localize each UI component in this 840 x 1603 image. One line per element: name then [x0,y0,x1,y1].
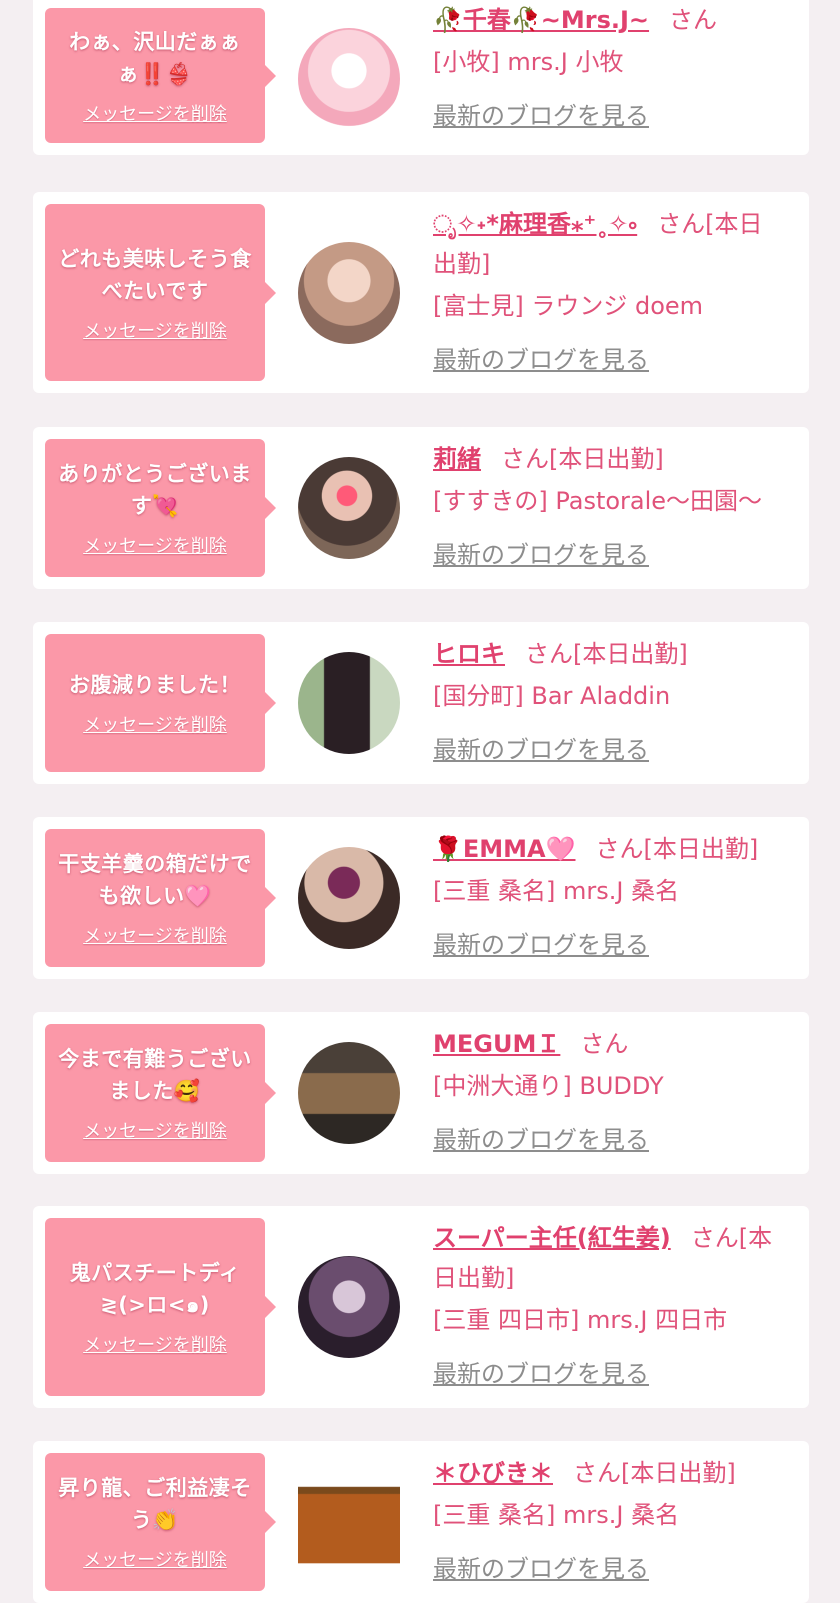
shop-label: [三重 桑名] mrs.J 桑名 [433,877,680,905]
message-bubble: どれも美味しそう食べたいです メッセージを削除 [45,204,276,381]
message-card: わぁ、沢山だぁぁぁ‼️👙 メッセージを削除 🥀千春🥀~Mrs.J~ さん [小牧]… [33,0,809,155]
shop-label: [小牧] mrs.J 小牧 [433,48,624,76]
woman-with-heart-sticker-avatar[interactable] [298,457,400,559]
message-bubble: 鬼パスチートディ≷(>ロ<๑) メッセージを削除 [45,1218,276,1396]
message-text: 昇り龍、ご利益凄そう👏 [58,1476,252,1532]
message-bubble: 干支羊羹の箱だけでも欲しい🩷 メッセージを削除 [45,829,276,967]
shop-label: [三重 四日市] mrs.J 四日市 [433,1306,728,1334]
sender-name-link[interactable]: ೃ✧˖*麻理香⁎⁺˳✧༚ [433,210,637,238]
name-suffix: さん[本日出勤] [595,835,759,863]
name-suffix: さん[本日出勤] [501,445,664,473]
name-suffix: さん[本日出勤] [525,640,688,668]
latest-blog-link[interactable]: 最新のブログを見る [433,925,649,965]
latest-blog-link[interactable]: 最新のブログを見る [433,730,649,770]
message-text: 鬼パスチートディ≷(>ロ<๑) [69,1261,241,1317]
delete-message-link[interactable]: メッセージを削除 [83,100,227,126]
sender-name-link[interactable]: 莉緒 [433,445,481,473]
woman-full-body-avatar[interactable] [298,652,400,754]
sender-info: ヒロキ さん[本日出勤] [国分町] Bar Aladdin 最新のブログを見る [433,634,785,770]
message-card: ありがとうございます💘 メッセージを削除 莉緒 さん[本日出勤] [すすきの] P… [33,427,809,589]
message-text: 干支羊羹の箱だけでも欲しい🩷 [58,852,252,908]
message-card: 今まで有難うございました🥰 メッセージを削除 MEGUMＩ さん [中洲大通り] … [33,1012,809,1174]
latest-blog-link[interactable]: 最新のブログを見る [433,340,649,380]
message-card: 鬼パスチートディ≷(>ロ<๑) メッセージを削除 スーパー主任(紅生姜) さん[本… [33,1206,809,1408]
message-bubble: 昇り龍、ご利益凄そう👏 メッセージを削除 [45,1453,276,1591]
woman-portrait-avatar[interactable] [298,242,400,344]
message-text: わぁ、沢山だぁぁぁ‼️👙 [69,29,241,86]
message-card: どれも美味しそう食べたいです メッセージを削除 ೃ✧˖*麻理香⁎⁺˳✧༚ さん[本… [33,192,809,393]
delete-message-link[interactable]: メッセージを削除 [83,922,227,948]
message-bubble: わぁ、沢山だぁぁぁ‼️👙 メッセージを削除 [45,8,276,143]
latest-blog-link[interactable]: 最新のブログを見る [433,1354,649,1394]
delete-message-link[interactable]: メッセージを削除 [83,1331,227,1357]
message-bubble: ありがとうございます💘 メッセージを削除 [45,439,276,577]
sender-name-link[interactable]: 🥀千春🥀~Mrs.J~ [433,6,649,34]
message-text: 今まで有難うございました🥰 [58,1047,252,1103]
sender-name-link[interactable]: ＊ひびき＊ [433,1459,553,1487]
name-suffix: さん [669,6,718,34]
message-bubble: お腹減りました！ メッセージを削除 [45,634,276,772]
shop-label: [国分町] Bar Aladdin [433,682,671,710]
shop-label: [富士見] ラウンジ doem [433,292,704,320]
message-card: 昇り龍、ご利益凄そう👏 メッセージを削除 ＊ひびき＊ さん[本日出勤] [三重 桑… [33,1441,809,1603]
whisky-bottle-avatar[interactable] [298,1471,400,1573]
shop-label: [三重 桑名] mrs.J 桑名 [433,1501,680,1529]
sender-info: 🥀千春🥀~Mrs.J~ さん [小牧] mrs.J 小牧 最新のブログを見る [433,0,785,136]
sender-name-link[interactable]: ヒロキ [433,640,505,668]
sender-info: MEGUMＩ さん [中洲大通り] BUDDY 最新のブログを見る [433,1024,785,1160]
sender-info: スーパー主任(紅生姜) さん[本日出勤] [三重 四日市] mrs.J 四日市 最… [433,1218,785,1394]
sender-info: 🌹EMMA🩷 さん[本日出勤] [三重 桑名] mrs.J 桑名 最新のブログを見… [433,829,785,965]
latest-blog-link[interactable]: 最新のブログを見る [433,535,649,575]
delete-message-link[interactable]: メッセージを削除 [83,1117,227,1143]
message-card: お腹減りました！ メッセージを削除 ヒロキ さん[本日出勤] [国分町] Bar … [33,622,809,784]
sender-name-link[interactable]: 🌹EMMA🩷 [433,835,576,863]
name-suffix: さん[本日出勤] [573,1459,736,1487]
message-card: 干支羊羹の箱だけでも欲しい🩷 メッセージを削除 🌹EMMA🩷 さん[本日出勤] [… [33,817,809,979]
message-text: ありがとうございます💘 [58,462,252,518]
latest-blog-link[interactable]: 最新のブログを見る [433,1120,649,1160]
sender-info: 莉緒 さん[本日出勤] [すすきの] Pastorale〜田園〜 最新のブログを見… [433,439,785,575]
kimono-standing-avatar[interactable] [298,1042,400,1144]
sender-info: ೃ✧˖*麻理香⁎⁺˳✧༚ さん[本日出勤] [富士見] ラウンジ doem 最新の… [433,204,785,380]
delete-message-link[interactable]: メッセージを削除 [83,317,227,343]
message-text: どれも美味しそう食べたいです [58,246,252,303]
sender-name-link[interactable]: MEGUMＩ [433,1030,560,1058]
delete-message-link[interactable]: メッセージを削除 [83,1546,227,1572]
kimono-woman-avatar[interactable] [298,847,400,949]
latest-blog-link[interactable]: 最新のブログを見る [433,96,649,136]
latest-blog-link[interactable]: 最新のブログを見る [433,1549,649,1589]
message-text: お腹減りました！ [69,673,241,697]
message-bubble: 今まで有難うございました🥰 メッセージを削除 [45,1024,276,1162]
delete-message-link[interactable]: メッセージを削除 [83,711,227,737]
sender-info: ＊ひびき＊ さん[本日出勤] [三重 桑名] mrs.J 桑名 最新のブログを見る [433,1453,785,1589]
anime-character-avatar[interactable] [298,1256,400,1358]
shop-label: [中洲大通り] BUDDY [433,1072,664,1100]
delete-message-link[interactable]: メッセージを削除 [83,532,227,558]
sender-name-link[interactable]: スーパー主任(紅生姜) [433,1224,671,1252]
shop-label: [すすきの] Pastorale〜田園〜 [433,487,763,515]
pink-rabbit-plush-avatar[interactable] [298,28,400,130]
message-list: わぁ、沢山だぁぁぁ‼️👙 メッセージを削除 🥀千春🥀~Mrs.J~ さん [小牧]… [0,0,840,1603]
name-suffix: さん [580,1030,629,1058]
